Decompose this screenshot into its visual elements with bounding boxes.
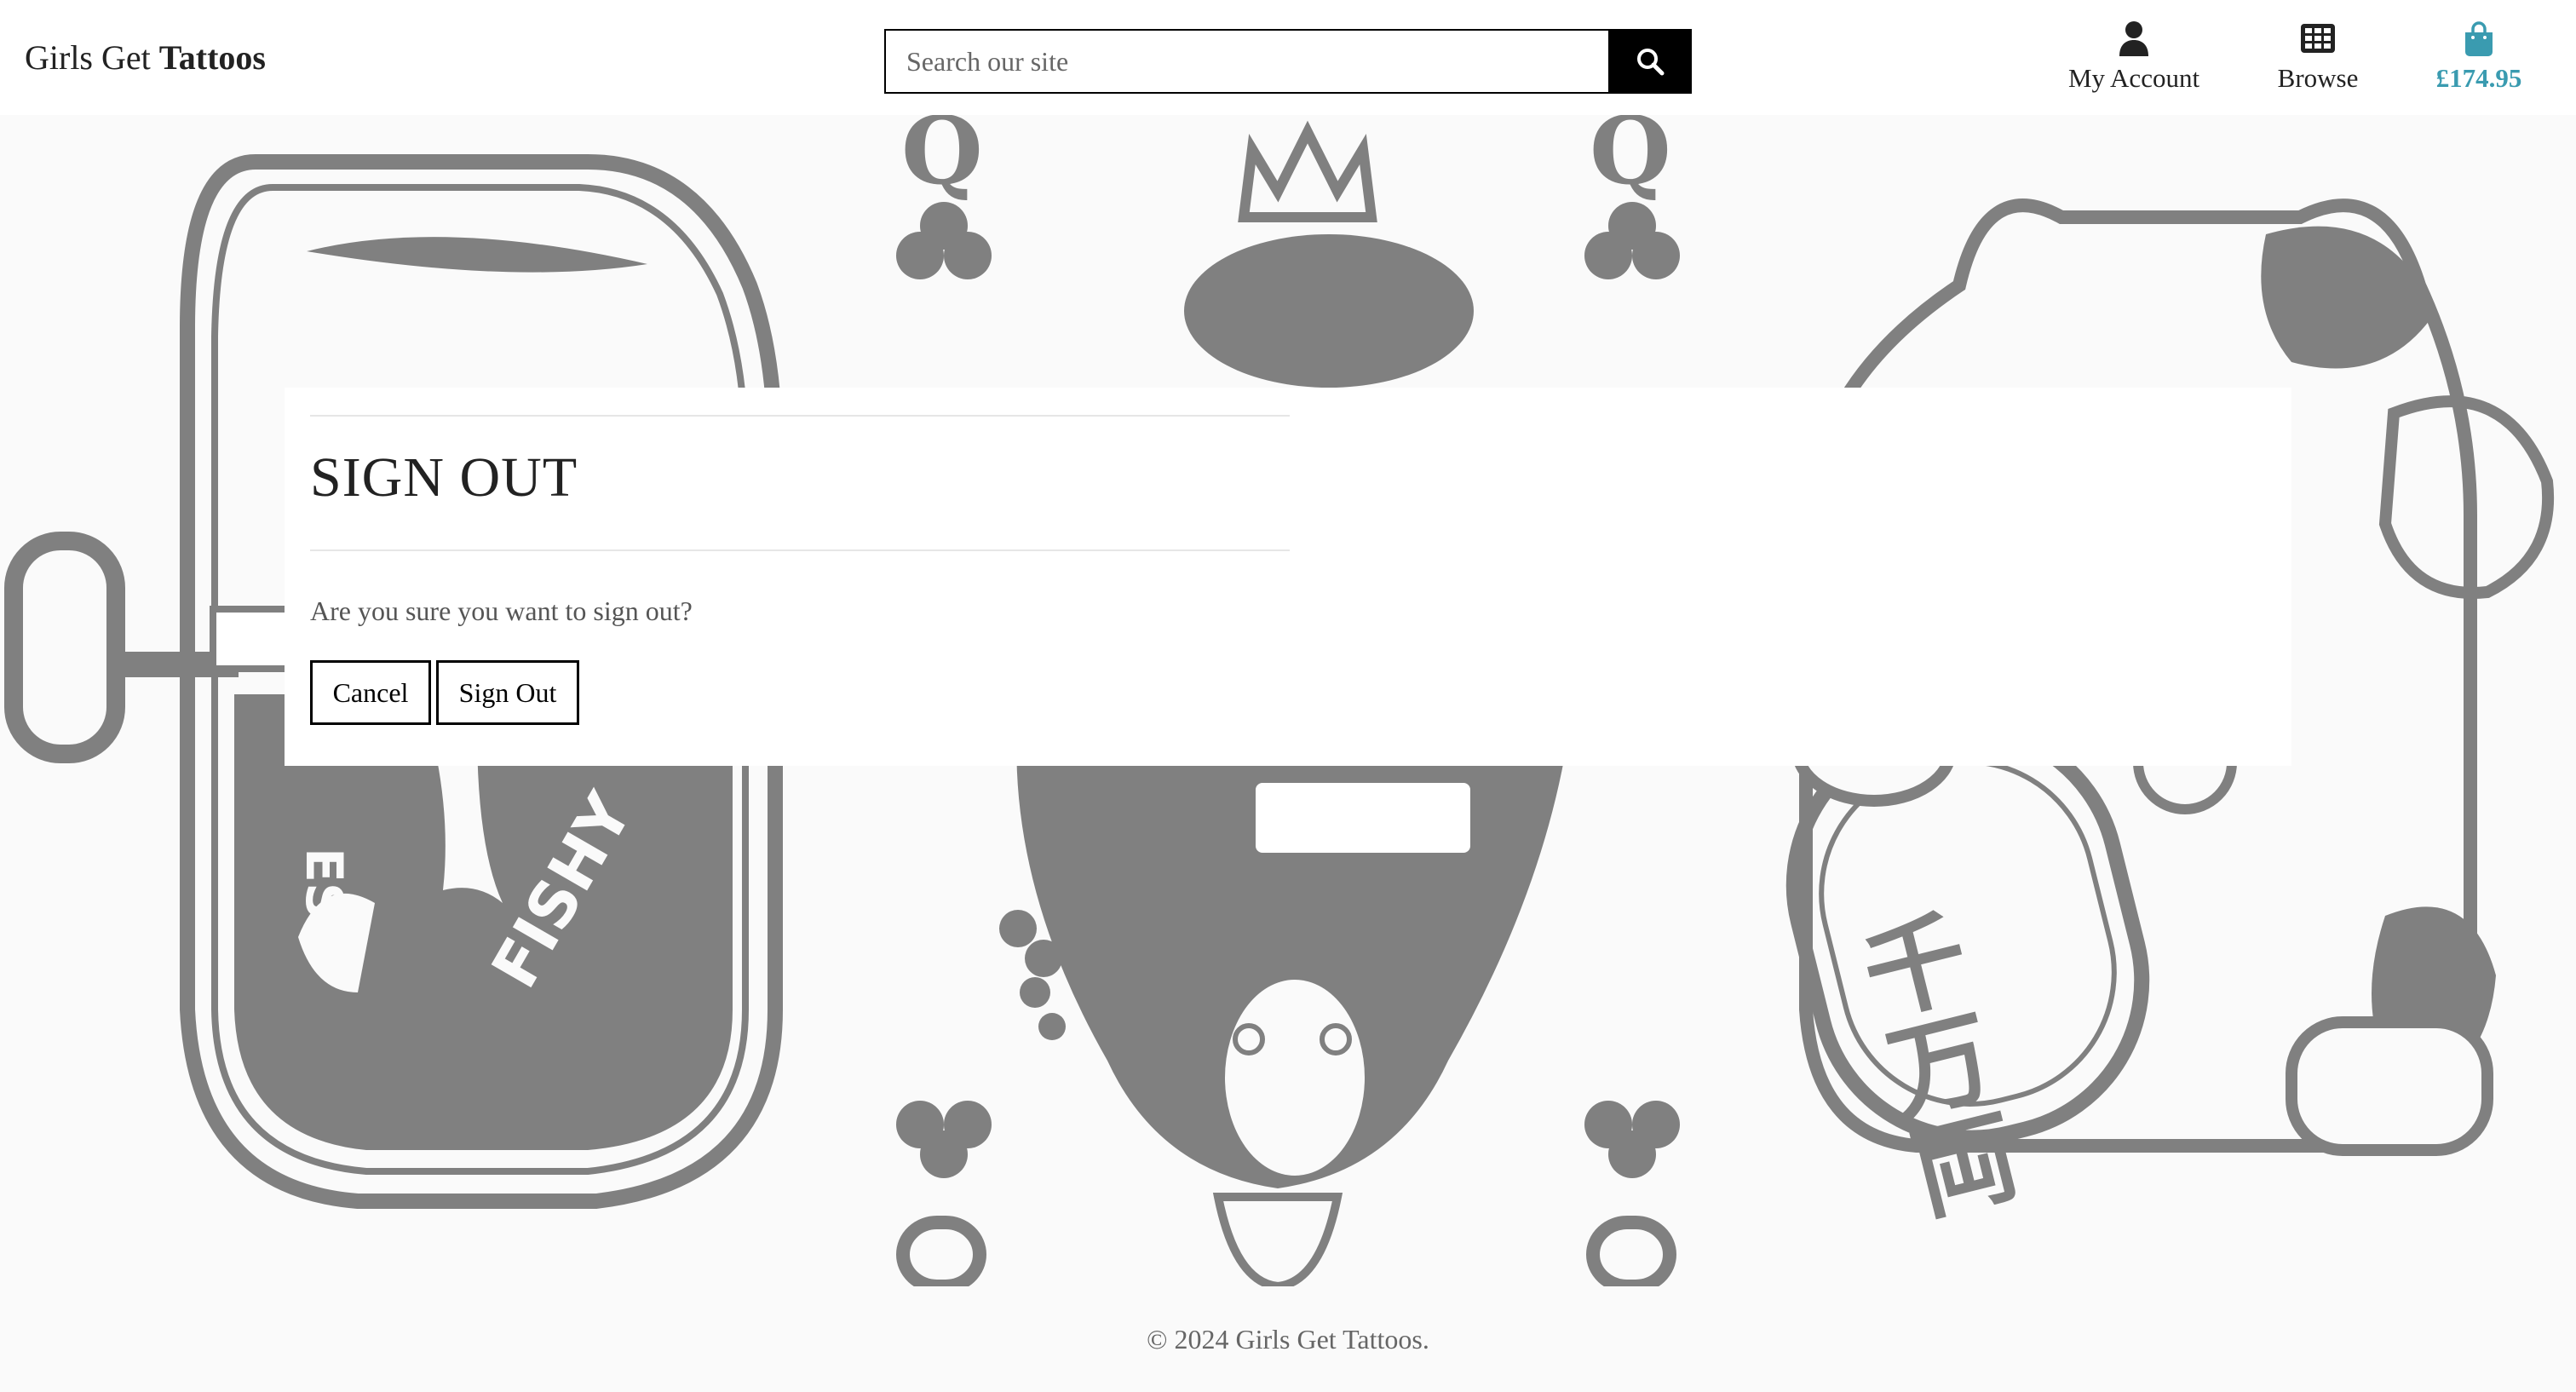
can-text-es: ES: [294, 848, 354, 919]
divider-bottom: [310, 549, 1290, 551]
sign-out-button[interactable]: Sign Out: [436, 660, 579, 725]
site-logo[interactable]: Girls Get Tattoos: [25, 37, 266, 78]
cart-total: £174.95: [2435, 63, 2522, 93]
browse-link[interactable]: Browse: [2266, 17, 2370, 102]
browse-label: Browse: [2277, 63, 2359, 93]
search-button[interactable]: [1608, 29, 1692, 94]
page-title: SIGN OUT: [310, 446, 578, 509]
divider-top: [310, 415, 1290, 417]
my-account-label: My Account: [2067, 63, 2200, 93]
hero-banner: ES FISHY Q Q 千万両 SIGN OUT Are you sure y…: [0, 115, 2576, 1286]
cat-coin-text: 千万両: [1836, 901, 2027, 1228]
logo-bold: Tattoos: [158, 38, 266, 77]
site-header: Girls Get Tattoos My Account: [0, 0, 2576, 115]
svg-text:Q: Q: [1590, 115, 1671, 205]
my-account-link[interactable]: My Account: [2065, 17, 2203, 102]
copyright-text: © 2024 Girls Get Tattoos.: [1147, 1323, 1429, 1355]
site-footer: © 2024 Girls Get Tattoos.: [0, 1286, 2576, 1392]
signout-message: Are you sure you want to sign out?: [310, 595, 693, 626]
search-form: [884, 29, 1692, 94]
search-input[interactable]: [884, 29, 1608, 94]
signout-card: SIGN OUT Are you sure you want to sign o…: [285, 388, 2291, 766]
shopping-bag-icon: [2465, 21, 2493, 56]
logo-prefix: Girls Get: [25, 38, 159, 77]
svg-text:Q: Q: [901, 115, 983, 205]
cart-link[interactable]: £174.95: [2429, 17, 2528, 102]
grid-icon: [2301, 24, 2335, 53]
cancel-button[interactable]: Cancel: [310, 660, 431, 725]
user-icon: [2119, 21, 2148, 56]
search-icon: [1637, 49, 1665, 76]
